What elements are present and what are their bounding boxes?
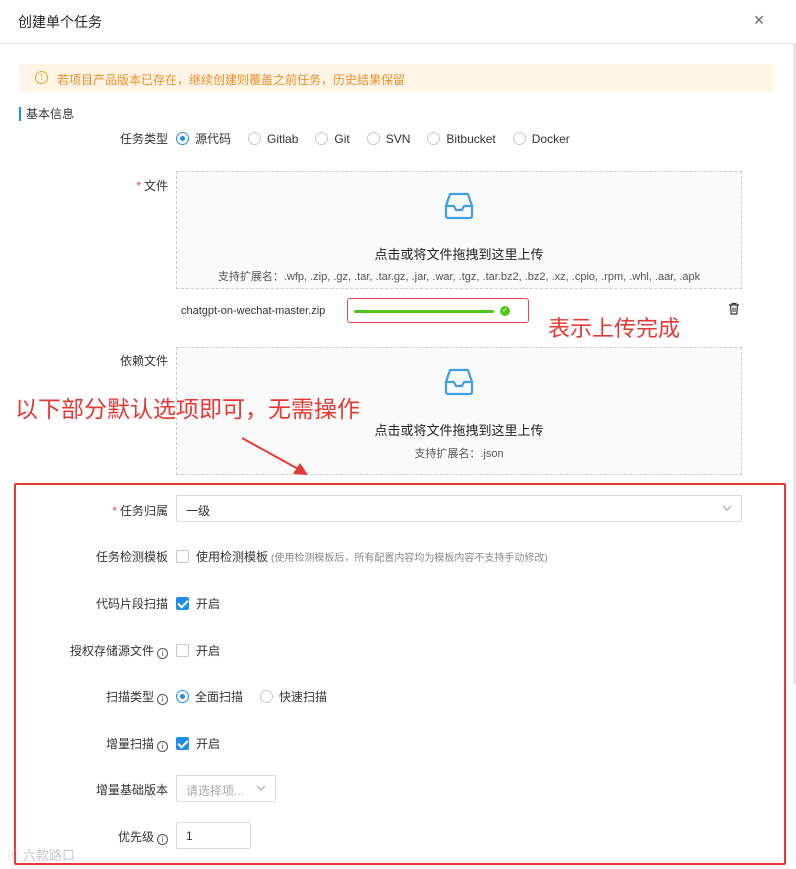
upload-progress-track — [354, 310, 494, 313]
annotation-box — [14, 483, 786, 865]
task-owner-select[interactable]: 一级 — [176, 495, 742, 522]
checkbox-box — [176, 737, 189, 750]
inbox-icon — [177, 190, 741, 225]
priority-input[interactable] — [176, 822, 251, 849]
annotation-arrow — [241, 437, 308, 475]
file-dropzone[interactable]: 点击或将文件拖拽到这里上传 支持扩展名：.wfp, .zip, .gz, .ta… — [176, 171, 742, 289]
base-version-select[interactable]: 请选择项... — [176, 775, 276, 802]
info-icon[interactable]: i — [157, 694, 168, 705]
radio-dot — [512, 132, 526, 145]
dropzone-text: 点击或将文件拖拽到这里上传 — [374, 247, 544, 262]
radio-dot — [248, 132, 262, 145]
check-icon: ✓ — [500, 306, 510, 316]
template-label: 任务检测模板 — [95, 550, 168, 564]
radio-dot — [427, 132, 441, 145]
radio-dot — [315, 132, 329, 145]
checkbox-box — [176, 597, 189, 610]
radio-source-code[interactable]: 源代码 — [176, 130, 231, 147]
dep-file-label: 依赖文件 — [119, 354, 168, 368]
auth-storage-checkbox[interactable]: 开启 — [176, 642, 220, 659]
delete-icon[interactable] — [728, 302, 740, 318]
info-icon[interactable]: i — [157, 834, 168, 845]
base-version-label: 增量基础版本 — [95, 783, 168, 797]
dropzone-ext-text: 支持扩展名：.wfp, .zip, .gz, .tar, .tar.gz, .j… — [217, 271, 701, 283]
radio-full-scan[interactable]: 全面扫描 — [176, 688, 243, 705]
auth-storage-label: 授权存储源文件 i — [50, 642, 168, 659]
incremental-scan-checkbox[interactable]: 开启 — [176, 735, 220, 752]
warning-alert: ! 若项目产品版本已存在，继续创建则覆盖之前任务，历史结果保留 — [19, 64, 773, 92]
alert-text: 若项目产品版本已存在，继续创建则覆盖之前任务，历史结果保留 — [57, 73, 406, 87]
file-label: * 文件 — [136, 179, 168, 193]
task-type-radio-group: 源代码 Gitlab Git SVN Bitbucket Docker — [176, 130, 587, 147]
section-title: 基本信息 — [19, 107, 74, 121]
task-owner-label: * 任务归属 — [112, 504, 168, 518]
snippet-scan-checkbox[interactable]: 开启 — [176, 595, 220, 612]
radio-dot — [176, 132, 189, 145]
snippet-scan-label: 代码片段扫描 — [95, 597, 168, 611]
upload-progress-highlight: ✓ — [347, 298, 529, 323]
warning-icon: ! — [35, 71, 48, 84]
radio-dot — [260, 690, 274, 703]
dialog-title: 创建单个任务 — [18, 14, 102, 30]
task-type-label: 任务类型 — [119, 132, 168, 146]
radio-quick-scan[interactable]: 快速扫描 — [260, 688, 327, 705]
scan-type-label: 扫描类型 i — [80, 688, 168, 705]
checkbox-box — [176, 644, 189, 657]
chevron-down-icon — [721, 502, 733, 517]
uploaded-file-name: chatgpt-on-wechat-master.zip — [181, 305, 326, 317]
priority-label: 优先级 i — [80, 828, 168, 845]
annotation-upload-done: 表示上传完成 — [548, 317, 681, 342]
close-icon[interactable]: × — [750, 9, 768, 31]
watermark-logo-icon: ⓒ — [8, 849, 19, 862]
info-icon[interactable]: i — [157, 741, 168, 752]
checkbox-box — [176, 550, 189, 563]
incremental-scan-label: 增量扫描 i — [80, 735, 168, 752]
radio-dot — [176, 690, 189, 703]
radio-svn[interactable]: SVN — [366, 132, 410, 146]
radio-git[interactable]: Git — [315, 132, 350, 146]
dialog-header: 创建单个任务 × — [0, 0, 796, 44]
info-icon[interactable]: i — [157, 648, 168, 659]
radio-dot — [366, 132, 380, 145]
radio-bitbucket[interactable]: Bitbucket — [427, 132, 496, 146]
upload-progress-fill — [354, 310, 494, 313]
template-checkbox[interactable]: 使用检测模板 (使用检测模板后，所有配置内容均为模板内容不支持手动修改) — [176, 548, 548, 565]
radio-docker[interactable]: Docker — [512, 132, 570, 146]
scan-type-radio-group: 全面扫描 快速扫描 — [176, 688, 344, 705]
watermark: ⓒ 六款路口 — [8, 848, 76, 863]
annotation-defaults-note: 以下部分默认选项即可，无需操作 — [15, 397, 360, 423]
radio-gitlab[interactable]: Gitlab — [248, 132, 298, 146]
chevron-down-icon — [255, 782, 267, 797]
